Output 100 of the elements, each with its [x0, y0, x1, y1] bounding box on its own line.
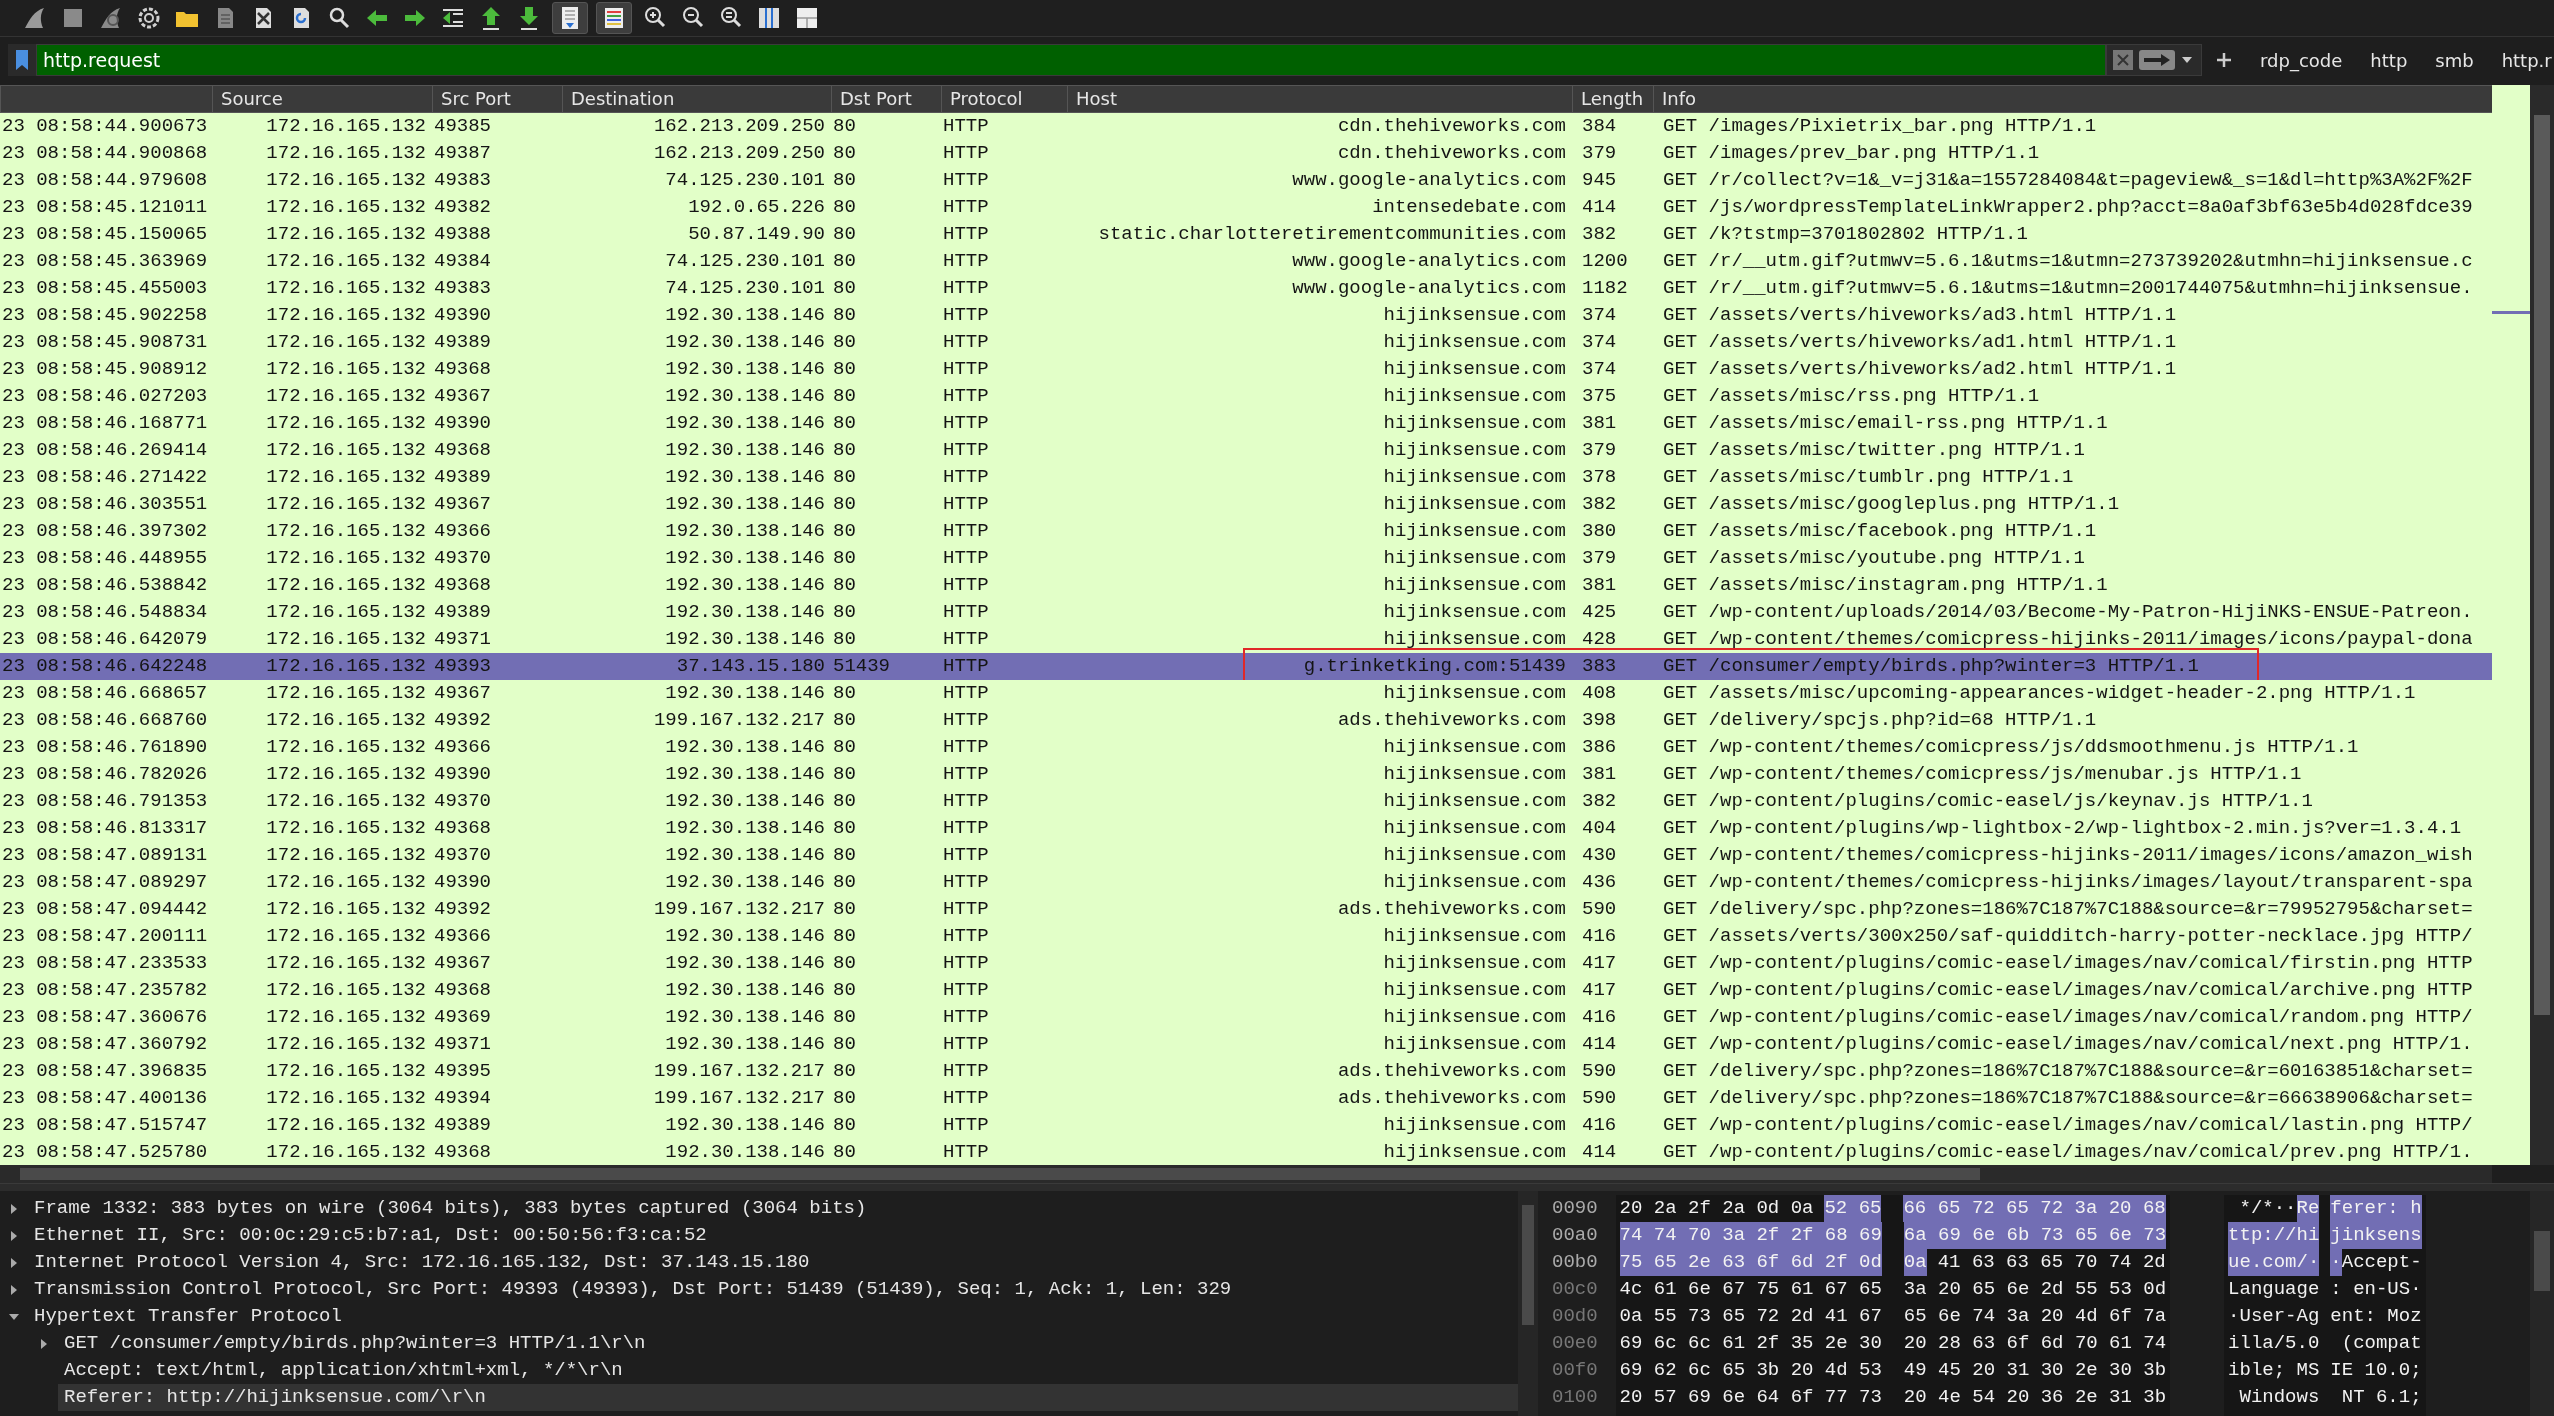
packet-row[interactable]: 23 08:58:46.761890 172.16.165.132 49366 192.30.138.146 80 HTTP hijinksensue.com 386 GET /wp-content/themes/comicpress/js/ddsmoothmenu.js HTTP/1.1	[0, 734, 2492, 761]
table-cell-text: 381	[1582, 573, 1617, 598]
packet-row[interactable]: 23 08:58:44.900868 172.16.165.132 49387 162.213.209.250 80 HTTP cdn.thehiveworks.com 379 GET /images/prev_bar.png HTTP/1.1	[0, 140, 2492, 167]
table-cell-text: 172.16.165.132	[266, 708, 426, 733]
packet-row[interactable]: 23 08:58:47.233533 172.16.165.132 49367 192.30.138.146 80 HTTP hijinksensue.com 417 GET /wp-content/plugins/comic-easel/images/nav/comical/firstin.png HTTP	[0, 950, 2492, 977]
filter-field[interactable]: http.request	[36, 44, 2106, 76]
table-cell-text: 49387	[434, 141, 491, 166]
packet-row[interactable]: 23 08:58:46.168771 172.16.165.132 49390 192.30.138.146 80 HTTP hijinksensue.com 381 GET /assets/misc/email-rss.png HTTP/1.1	[0, 410, 2492, 437]
packet-row[interactable]: 23 08:58:46.448955 172.16.165.132 49370 192.30.138.146 80 HTTP hijinksensue.com 379 GET /assets/misc/youtube.png HTTP/1.1	[0, 545, 2492, 572]
layout-icon[interactable]	[794, 5, 820, 31]
scrollbar[interactable]	[2530, 1191, 2554, 1416]
tree-item[interactable]: Hypertext Transfer Protocol	[28, 1303, 1518, 1330]
packet-row[interactable]: 23 08:58:46.538842 172.16.165.132 49368 192.30.138.146 80 HTTP hijinksensue.com 381 GET /assets/misc/instagram.png HTTP/1.1	[0, 572, 2492, 599]
packet-row[interactable]: 23 08:58:47.360676 172.16.165.132 49369 192.30.138.146 80 HTTP hijinksensue.com 416 GET /wp-content/plugins/comic-easel/images/nav/comical/random.png HTTP/	[0, 1004, 2492, 1031]
resize-columns-icon[interactable]	[756, 5, 782, 31]
colorize-button[interactable]	[596, 2, 632, 34]
table-cell-text: 172.16.165.132	[266, 438, 426, 463]
table-cell-text: 172.16.165.132	[266, 276, 426, 301]
packet-row[interactable]: 23 08:58:46.397302 172.16.165.132 49366 192.30.138.146 80 HTTP hijinksensue.com 380 GET /assets/misc/facebook.png HTTP/1.1	[0, 518, 2492, 545]
packet-row[interactable]: 23 08:58:47.089131 172.16.165.132 49370 192.30.138.146 80 HTTP hijinksensue.com 430 GET /wp-content/themes/comicpress-hijinks-2011/images/icons/amazon_wish	[0, 842, 2492, 869]
packet-row[interactable]: 23 08:58:46.271422 172.16.165.132 49389 192.30.138.146 80 HTTP hijinksensue.com 378 GET /assets/misc/tumblr.png HTTP/1.1	[0, 464, 2492, 491]
tree-item[interactable]: Internet Protocol Version 4, Src: 172.16.165.132, Dst: 37.143.15.180	[28, 1249, 1518, 1276]
column-header[interactable]: Destination	[562, 86, 831, 112]
clear-icon[interactable]	[2113, 50, 2133, 70]
packet-row[interactable]: 23 08:58:46.642248 172.16.165.132 49393 37.143.15.180 51439 HTTP g.trinketking.com:51439 383 GET /consumer/empty/birds.php?winter=3 HTTP/1.1	[0, 653, 2492, 680]
packet-row[interactable]: 23 08:58:47.089297 172.16.165.132 49390 192.30.138.146 80 HTTP hijinksensue.com 436 GET /wp-content/themes/comicpress-hijinks/images/layout/transparent-spa	[0, 869, 2492, 896]
settings-icon[interactable]	[136, 5, 162, 31]
packet-row[interactable]: 23 08:58:45.455003 172.16.165.132 49383 74.125.230.101 80 HTTP www.google-analytics.com 1182 GET /r/__utm.gif?utmwv=5.6.1&utms=1&utmn=2001744075&utmhn=hijinksensue.	[0, 275, 2492, 302]
caret-icon[interactable]	[2181, 56, 2193, 64]
column-header[interactable]: Dst Port	[831, 86, 941, 112]
scrollbar[interactable]	[1518, 1191, 1538, 1416]
scrollbar[interactable]	[2530, 85, 2554, 1165]
table-cell-text: 416	[1582, 924, 1617, 949]
filter-button[interactable]: http	[2356, 49, 2422, 71]
packet-row[interactable]: 23 08:58:46.791353 172.16.165.132 49370 192.30.138.146 80 HTTP hijinksensue.com 382 GET /wp-content/plugins/comic-easel/js/keynav.js HTTP/1.1	[0, 788, 2492, 815]
filter-button[interactable]: http.r	[2487, 49, 2554, 71]
filter-button[interactable]: rdp_code	[2246, 49, 2357, 71]
column-header[interactable]: Length	[1572, 86, 1653, 112]
table-cell-text: 80	[833, 1032, 856, 1057]
table-cell-text: GET /wp-content/plugins/comic-easel/js/keynav.js HTTP/1.1	[1663, 789, 2313, 814]
packet-row[interactable]: 23 08:58:45.121011 172.16.165.132 49382 192.0.65.226 80 HTTP intensedebate.com 414 GET /js/wordpressTemplateLinkWrapper2.php?acct=8a0af3bf63e5b4d028fdce39	[0, 194, 2492, 221]
hex-bytes: 0a 55 73 65 72 2d 41 67	[1619, 1304, 1882, 1329]
tree-item[interactable]: Referer: http://hijinksensue.com/\r\n	[58, 1384, 1518, 1411]
table-cell-text: 51439	[833, 654, 890, 679]
packet-row[interactable]: 23 08:58:47.200111 172.16.165.132 49366 192.30.138.146 80 HTTP hijinksensue.com 416 GET /assets/verts/300x250/saf-quidditch-harry-potter-necklace.jpg HTTP/	[0, 923, 2492, 950]
packet-row[interactable]: 23 08:58:45.363969 172.16.165.132 49384 74.125.230.101 80 HTTP www.google-analytics.com 1200 GET /r/__utm.gif?utmwv=5.6.1&utms=1&utmn=273739202&utmhn=hijinksensue.c	[0, 248, 2492, 275]
bookmark-icon[interactable]	[16, 50, 28, 70]
column-header[interactable]: Src Port	[432, 86, 562, 112]
table-cell-text: GET /images/prev_bar.png HTTP/1.1	[1663, 141, 2040, 166]
table-cell-text: 49367	[434, 492, 491, 517]
packet-row[interactable]: 23 08:58:47.360792 172.16.165.132 49371 192.30.138.146 80 HTTP hijinksensue.com 414 GET /wp-content/plugins/comic-easel/images/nav/comical/next.png HTTP/1.	[0, 1031, 2492, 1058]
packet-row[interactable]: 23 08:58:47.400136 172.16.165.132 49394 199.167.132.217 80 HTTP ads.thehiveworks.com 590 GET /delivery/spc.php?zones=186%7C187%7C188&source=&r=66638906&charset=	[0, 1085, 2492, 1112]
packet-row[interactable]: 23 08:58:46.269414 172.16.165.132 49368 192.30.138.146 80 HTTP hijinksensue.com 379 GET /assets/misc/twitter.png HTTP/1.1	[0, 437, 2492, 464]
packet-row[interactable]: 23 08:58:44.900673 172.16.165.132 49385 162.213.209.250 80 HTTP cdn.thehiveworks.com 384 GET /images/Pixietrix_bar.png HTTP/1.1	[0, 113, 2492, 140]
table-cell-text: 23 08:58:47.089297	[2, 870, 208, 895]
table-cell-text: ads.thehiveworks.com	[1337, 897, 1566, 922]
packet-row[interactable]: 23 08:58:45.150065 172.16.165.132 49388 50.87.149.90 80 HTTP static.charlotteretirementcommunities.com 382 GET /k?tstmp=3701802802 HTTP/1.1	[0, 221, 2492, 248]
add-icon[interactable]	[2216, 52, 2232, 68]
table-cell-text: 172.16.165.132	[266, 330, 426, 355]
table-cell-text: 80	[833, 843, 856, 868]
column-header[interactable]: Host	[1067, 86, 1572, 112]
table-cell-text: hijinksensue.com	[1383, 546, 1566, 571]
scrollbar[interactable]	[0, 1165, 2492, 1183]
tree-item[interactable]: Transmission Control Protocol, Src Port: 49393 (49393), Dst Port: 51439 (51439), Seq: 1, Ack: 1, Len: 329	[28, 1276, 1518, 1303]
column-header[interactable]: Source	[212, 86, 432, 112]
tree-item[interactable]: Frame 1332: 383 bytes on wire (3064 bits), 383 bytes captured (3064 bits)	[28, 1195, 1518, 1222]
packet-row[interactable]: 23 08:58:44.979608 172.16.165.132 49383 74.125.230.101 80 HTTP www.google-analytics.com 945 GET /r/collect?v=1&_v=j31&a=1557284084&t=pageview&_s=1&dl=http%3A%2F%2F	[0, 167, 2492, 194]
packet-row[interactable]: 23 08:58:46.303551 172.16.165.132 49367 192.30.138.146 80 HTTP hijinksensue.com 382 GET /assets/misc/googleplus.png HTTP/1.1	[0, 491, 2492, 518]
packet-row[interactable]: 23 08:58:46.548834 172.16.165.132 49389 192.30.138.146 80 HTTP hijinksensue.com 425 GET /wp-content/uploads/2014/03/Become-My-Patron-HijiNKS-ENSUE-Patreon.	[0, 599, 2492, 626]
table-cell-text: 382	[1582, 222, 1617, 247]
table-cell-text: 172.16.165.132	[266, 465, 426, 490]
table-cell-text: 414	[1582, 1140, 1617, 1165]
packet-row[interactable]: 23 08:58:46.782026 172.16.165.132 49390 192.30.138.146 80 HTTP hijinksensue.com 381 GET /wp-content/themes/comicpress/js/menubar.js HTTP/1.1	[0, 761, 2492, 788]
packet-row[interactable]: 23 08:58:46.813317 172.16.165.132 49368 192.30.138.146 80 HTTP hijinksensue.com 404 GET /wp-content/plugins/wp-lightbox-2/wp-lightbox-2.min.js?ver=1.3.4.1	[0, 815, 2492, 842]
column-header[interactable]: Protocol	[941, 86, 1067, 112]
packet-row[interactable]: 23 08:58:47.235782 172.16.165.132 49368 192.30.138.146 80 HTTP hijinksensue.com 417 GET /wp-content/plugins/comic-easel/images/nav/comical/archive.png HTTP	[0, 977, 2492, 1004]
packet-row[interactable]: 23 08:58:46.668657 172.16.165.132 49367 192.30.138.146 80 HTTP hijinksensue.com 408 GET /assets/misc/upcoming-appearances-widget-header-2.png HTTP/1.1	[0, 680, 2492, 707]
table-cell-text: GET /assets/misc/twitter.png HTTP/1.1	[1663, 438, 2085, 463]
packet-row[interactable]: 23 08:58:47.515747 172.16.165.132 49389 192.30.138.146 80 HTTP hijinksensue.com 416 GET /wp-content/plugins/comic-easel/images/nav/comical/lastin.png HTTP/	[0, 1112, 2492, 1139]
autoscroll-button[interactable]	[552, 2, 588, 34]
packet-row[interactable]: 23 08:58:45.902258 172.16.165.132 49390 192.30.138.146 80 HTTP hijinksensue.com 374 GET /assets/verts/hiveworks/ad3.html HTTP/1.1	[0, 302, 2492, 329]
packet-row[interactable]: 23 08:58:47.525780 172.16.165.132 49368 192.30.138.146 80 HTTP hijinksensue.com 414 GET /wp-content/plugins/comic-easel/images/nav/comical/prev.png HTTP/1.	[0, 1139, 2492, 1165]
table-cell-text: 23 08:58:47.089131	[2, 843, 208, 868]
packet-row[interactable]: 23 08:58:47.396835 172.16.165.132 49395 199.167.132.217 80 HTTP ads.thehiveworks.com 590 GET /delivery/spc.php?zones=186%7C187%7C188&source=&r=60163851&charset=	[0, 1058, 2492, 1085]
tree-item[interactable]: Ethernet II, Src: 00:0c:29:c5:b7:a1, Dst: 00:50:56:f3:ca:52	[28, 1222, 1518, 1249]
table-cell-text: 590	[1582, 1059, 1617, 1084]
table-cell-text: 381	[1582, 762, 1617, 787]
table-cell-text: 379	[1582, 141, 1617, 166]
packet-row[interactable]: 23 08:58:45.908912 172.16.165.132 49368 192.30.138.146 80 HTTP hijinksensue.com 374 GET /assets/verts/hiveworks/ad2.html HTTP/1.1	[0, 356, 2492, 383]
filter-button[interactable]: smb	[2421, 49, 2488, 71]
hex-bytes: 74 74 70 3a 2f 2f 68 69	[1619, 1222, 1882, 1249]
packet-row[interactable]: 23 08:58:46.668760 172.16.165.132 49392 199.167.132.217 80 HTTP ads.thehiveworks.com 398 GET /delivery/spcjs.php?id=68 HTTP/1.1	[0, 707, 2492, 734]
tree-item[interactable]: Accept: text/html, application/xhtml+xml, */*\r\n	[58, 1357, 1518, 1384]
packet-row[interactable]: 23 08:58:46.642079 172.16.165.132 49371 192.30.138.146 80 HTTP hijinksensue.com 428 GET /wp-content/themes/comicpress-hijinks-2011/images/icons/paypal-dona	[0, 626, 2492, 653]
packet-row[interactable]: 23 08:58:47.094442 172.16.165.132 49392 199.167.132.217 80 HTTP ads.thehiveworks.com 590 GET /delivery/spc.php?zones=186%7C187%7C188&source=&r=79952795&charset=	[0, 896, 2492, 923]
tree-item[interactable]: GET /consumer/empty/birds.php?winter=3 HTTP/1.1\r\n	[58, 1330, 1518, 1357]
packet-row[interactable]: 23 08:58:45.908731 172.16.165.132 49389 192.30.138.146 80 HTTP hijinksensue.com 374 GET /assets/verts/hiveworks/ad1.html HTTP/1.1	[0, 329, 2492, 356]
table-cell-text: 49392	[434, 897, 491, 922]
table-cell-text: HTTP	[943, 141, 989, 166]
packet-row[interactable]: 23 08:58:46.027203 172.16.165.132 49367 192.30.138.146 80 HTTP hijinksensue.com 375 GET /assets/misc/rss.png HTTP/1.1	[0, 383, 2492, 410]
